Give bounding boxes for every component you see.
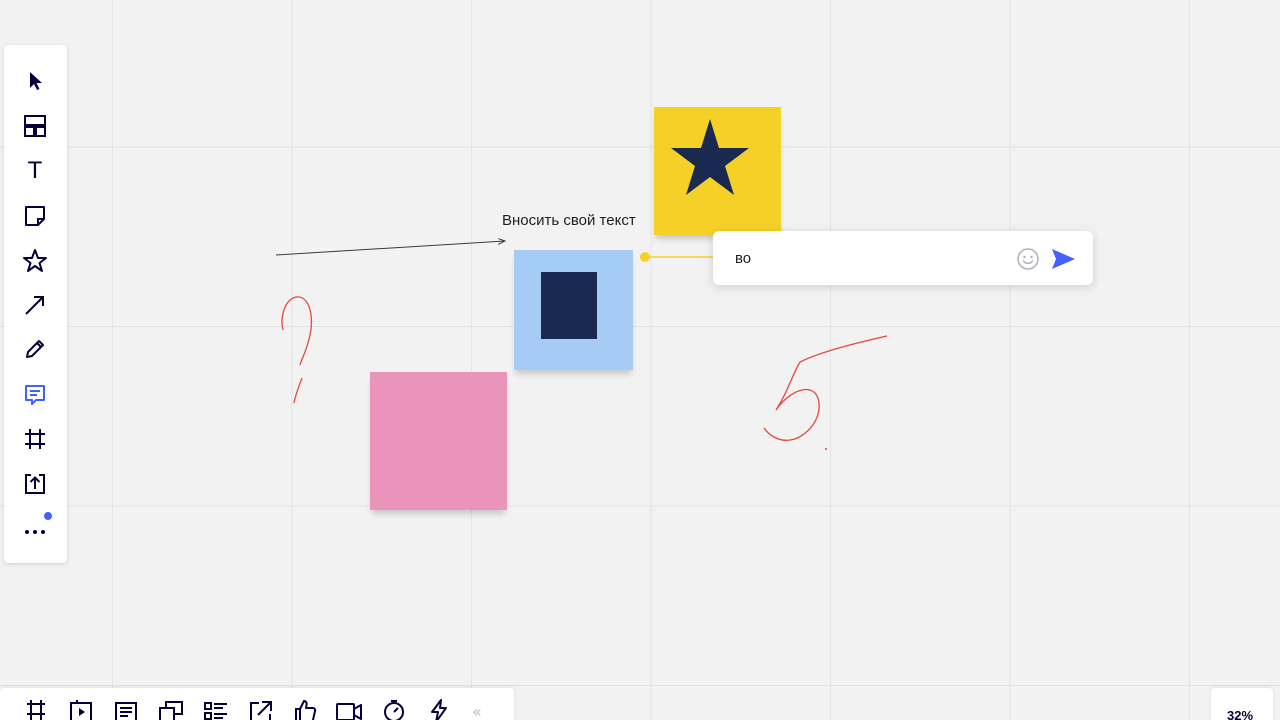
board-text-label[interactable]: Вносить свой текст [502, 212, 636, 229]
send-icon[interactable] [1049, 245, 1077, 273]
arrow-line-icon [25, 296, 44, 315]
power-ups-button[interactable] [424, 698, 454, 720]
sticky-note-blue[interactable] [514, 250, 633, 370]
notification-badge [44, 512, 52, 520]
notes-icon [115, 702, 137, 720]
templates-tool-button[interactable] [19, 110, 51, 142]
sticky-note-yellow[interactable] [654, 107, 781, 235]
frames-button[interactable] [21, 698, 51, 720]
board-drawings-layer [275, 0, 888, 450]
text-icon: T [27, 157, 43, 184]
freehand-question-dot[interactable] [293, 377, 303, 404]
kanban-button[interactable] [201, 698, 231, 720]
comment-anchor-dot[interactable] [640, 252, 650, 262]
presentation-icon [70, 700, 92, 720]
thumbs-up-icon [295, 700, 317, 720]
text-tool-button[interactable]: T [19, 155, 51, 187]
frame-icon [25, 429, 45, 449]
cursor-arrow-icon [30, 72, 42, 90]
comment-input[interactable] [735, 245, 1005, 271]
zoom-control[interactable]: 32% [1211, 688, 1273, 720]
pen-icon [26, 340, 44, 358]
collapse-toolbar-button[interactable]: « [472, 702, 482, 720]
kanban-icon [204, 702, 227, 720]
notes-button[interactable] [111, 698, 141, 720]
upload-tool-button[interactable] [19, 468, 51, 500]
timer-icon [384, 700, 404, 720]
cards-button[interactable] [156, 698, 186, 720]
star-icon [23, 249, 47, 272]
select-tool-button[interactable] [19, 65, 51, 97]
presentation-button[interactable] [66, 698, 96, 720]
connection-line-tool-button[interactable] [19, 289, 51, 321]
pen-tool-button[interactable] [19, 333, 51, 365]
zoom-level-label: 32% [1227, 708, 1254, 720]
templates-icon [24, 115, 46, 137]
freehand-dot [825, 448, 827, 450]
whiteboard-canvas[interactable]: Вносить свой текст во T « 32% [0, 0, 1280, 720]
share-button[interactable] [246, 698, 276, 720]
emoji-icon[interactable] [1016, 247, 1040, 271]
freehand-five[interactable] [763, 335, 888, 441]
comment-popover [713, 231, 1093, 285]
rectangle-shape[interactable] [541, 272, 597, 339]
cards-icon [159, 701, 183, 720]
shapes-tool-button[interactable] [19, 245, 51, 277]
lightning-icon [431, 699, 447, 720]
video-camera-icon [336, 703, 362, 720]
frame-tool-button[interactable] [19, 423, 51, 455]
frames-icon [27, 700, 45, 720]
bottom-toolbar: « [0, 688, 514, 720]
freehand-question-mark[interactable] [281, 296, 313, 366]
more-dots-icon [25, 530, 45, 534]
sticky-note-icon [25, 206, 45, 226]
arrow-line[interactable] [275, 241, 505, 256]
timer-button[interactable] [379, 698, 409, 720]
comment-tool-button[interactable] [19, 379, 51, 411]
video-button[interactable] [334, 698, 364, 720]
comment-icon [25, 385, 45, 405]
left-toolbar: T [4, 45, 67, 563]
vote-button[interactable] [290, 698, 320, 720]
sticky-note-pink[interactable] [370, 372, 507, 510]
upload-icon [25, 474, 45, 494]
share-arrow-icon [250, 701, 272, 720]
star-shape-icon[interactable] [670, 117, 750, 197]
sticky-note-tool-button[interactable] [19, 200, 51, 232]
